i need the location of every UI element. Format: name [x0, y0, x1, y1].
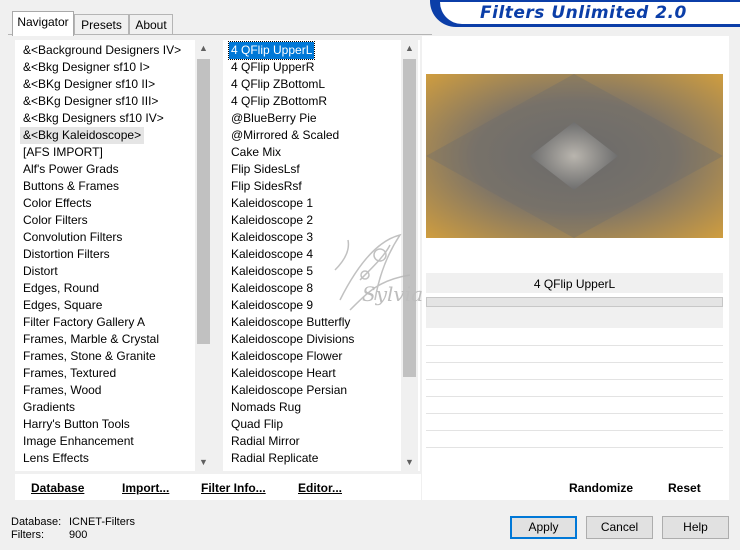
category-item[interactable]: Edges, Round	[23, 280, 99, 297]
import-button[interactable]: Import...	[122, 481, 169, 495]
filter-item[interactable]: Kaleidoscope 9	[231, 297, 313, 314]
category-item[interactable]: Buttons & Frames	[23, 178, 119, 195]
preview-image	[426, 74, 723, 238]
control-row	[426, 379, 723, 380]
category-item[interactable]: Harry's Button Tools	[23, 416, 130, 433]
preview-filter-name: 4 QFlip UpperL	[426, 273, 723, 293]
filter-item[interactable]: Kaleidoscope 5	[231, 263, 313, 280]
category-item[interactable]: &<Background Designers IV>	[23, 42, 181, 59]
filter-item[interactable]: 4 QFlip ZBottomL	[231, 76, 325, 93]
filter-item[interactable]: @BlueBerry Pie	[231, 110, 317, 127]
category-scroll-thumb[interactable]	[197, 59, 210, 344]
filter-item[interactable]: Kaleidoscope Flower	[231, 348, 342, 365]
chevron-down-icon[interactable]: ▼	[401, 454, 418, 471]
category-item[interactable]: Convolution Filters	[23, 229, 122, 246]
tab-navigator-label: Navigator	[17, 15, 69, 29]
database-value: ICNET-Filters	[69, 516, 135, 528]
filter-item[interactable]: Cake Mix	[231, 144, 281, 161]
category-item[interactable]: &<BKg Designer sf10 III>	[23, 93, 158, 110]
category-item[interactable]: &<Bkg Kaleidoscope>	[20, 127, 145, 144]
tab-navigator[interactable]: Navigator	[12, 11, 74, 36]
category-item[interactable]: Gradients	[23, 399, 75, 416]
category-item[interactable]: Frames, Textured	[23, 365, 116, 382]
preview-slider-bar[interactable]	[426, 297, 723, 307]
filter-item[interactable]: Radial Mirror	[231, 433, 300, 450]
control-row	[426, 413, 723, 414]
chevron-down-icon[interactable]: ▼	[195, 454, 212, 471]
help-button[interactable]: Help	[662, 516, 729, 539]
tab-about-label: About	[135, 18, 167, 32]
filter-item[interactable]: Kaleidoscope 8	[231, 280, 313, 297]
preview-control-area	[426, 307, 723, 328]
filter-item[interactable]: Kaleidoscope Divisions	[231, 331, 354, 348]
category-scrollbar[interactable]: ▲ ▼	[195, 40, 212, 471]
category-item[interactable]: Edges, Square	[23, 297, 102, 314]
filter-item[interactable]: Radial Replicate	[231, 450, 318, 467]
category-item[interactable]: Distortion Filters	[23, 246, 110, 263]
category-list[interactable]: &<Background Designers IV> &<Bkg Designer…	[15, 40, 212, 471]
category-item[interactable]: [AFS IMPORT]	[23, 144, 103, 161]
filter-item[interactable]: 4 QFlip ZBottomR	[231, 93, 327, 110]
database-button[interactable]: Database	[31, 481, 84, 495]
cancel-button[interactable]: Cancel	[586, 516, 653, 539]
filters-label: Filters:	[11, 529, 44, 541]
app-title: Filters Unlimited 2.0	[480, 3, 687, 23]
category-item[interactable]: Image Enhancement	[23, 433, 134, 450]
category-item[interactable]: Color Filters	[23, 212, 88, 229]
database-label: Database:	[11, 516, 62, 528]
filter-item[interactable]: Quad Flip	[231, 416, 283, 433]
reset-button[interactable]: Reset	[668, 481, 701, 495]
chevron-up-icon[interactable]: ▲	[401, 40, 418, 57]
chevron-up-icon[interactable]: ▲	[195, 40, 212, 57]
control-row	[426, 345, 723, 346]
filter-item[interactable]: Kaleidoscope 4	[231, 246, 313, 263]
filter-item[interactable]: @Mirrored & Scaled	[231, 127, 339, 144]
category-item[interactable]: Distort	[23, 263, 58, 280]
filter-info-button[interactable]: Filter Info...	[201, 481, 266, 495]
filter-item[interactable]: Flip SidesLsf	[231, 161, 300, 178]
editor-button[interactable]: Editor...	[298, 481, 342, 495]
category-item[interactable]: &<BKg Designer sf10 II>	[23, 76, 155, 93]
filter-item[interactable]: Kaleidoscope Heart	[231, 365, 336, 382]
category-item[interactable]: Lens Effects	[23, 450, 89, 467]
control-row	[426, 430, 723, 431]
filter-item[interactable]: 4 QFlip UpperR	[231, 59, 314, 76]
category-item[interactable]: Filter Factory Gallery A	[23, 314, 145, 331]
filters-count: 900	[69, 529, 88, 541]
control-row	[426, 447, 723, 448]
control-row	[426, 362, 723, 363]
apply-button[interactable]: Apply	[510, 516, 577, 539]
randomize-button[interactable]: Randomize	[569, 481, 633, 495]
category-item[interactable]: Color Effects	[23, 195, 91, 212]
category-item[interactable]: Frames, Marble & Crystal	[23, 331, 159, 348]
tab-presets-label: Presets	[81, 18, 122, 32]
filter-item[interactable]: 4 QFlip UpperL	[227, 41, 316, 60]
filter-item[interactable]: Kaleidoscope Persian	[231, 382, 347, 399]
category-item[interactable]: Frames, Stone & Granite	[23, 348, 156, 365]
category-item[interactable]: &<Bkg Designers sf10 IV>	[23, 110, 164, 127]
category-item[interactable]: Frames, Wood	[23, 382, 101, 399]
tab-presets[interactable]: Presets	[74, 14, 129, 34]
filter-item[interactable]: Flip SidesRsf	[231, 178, 302, 195]
control-row	[426, 396, 723, 397]
category-item[interactable]: &<Bkg Designer sf10 I>	[23, 59, 150, 76]
filter-item[interactable]: Kaleidoscope 2	[231, 212, 313, 229]
filter-item[interactable]: Kaleidoscope 3	[231, 229, 313, 246]
tab-about[interactable]: About	[129, 14, 173, 34]
category-item[interactable]: Alf's Power Grads	[23, 161, 119, 178]
filter-item[interactable]: Kaleidoscope 1	[231, 195, 313, 212]
filter-item[interactable]: Nomads Rug	[231, 399, 301, 416]
